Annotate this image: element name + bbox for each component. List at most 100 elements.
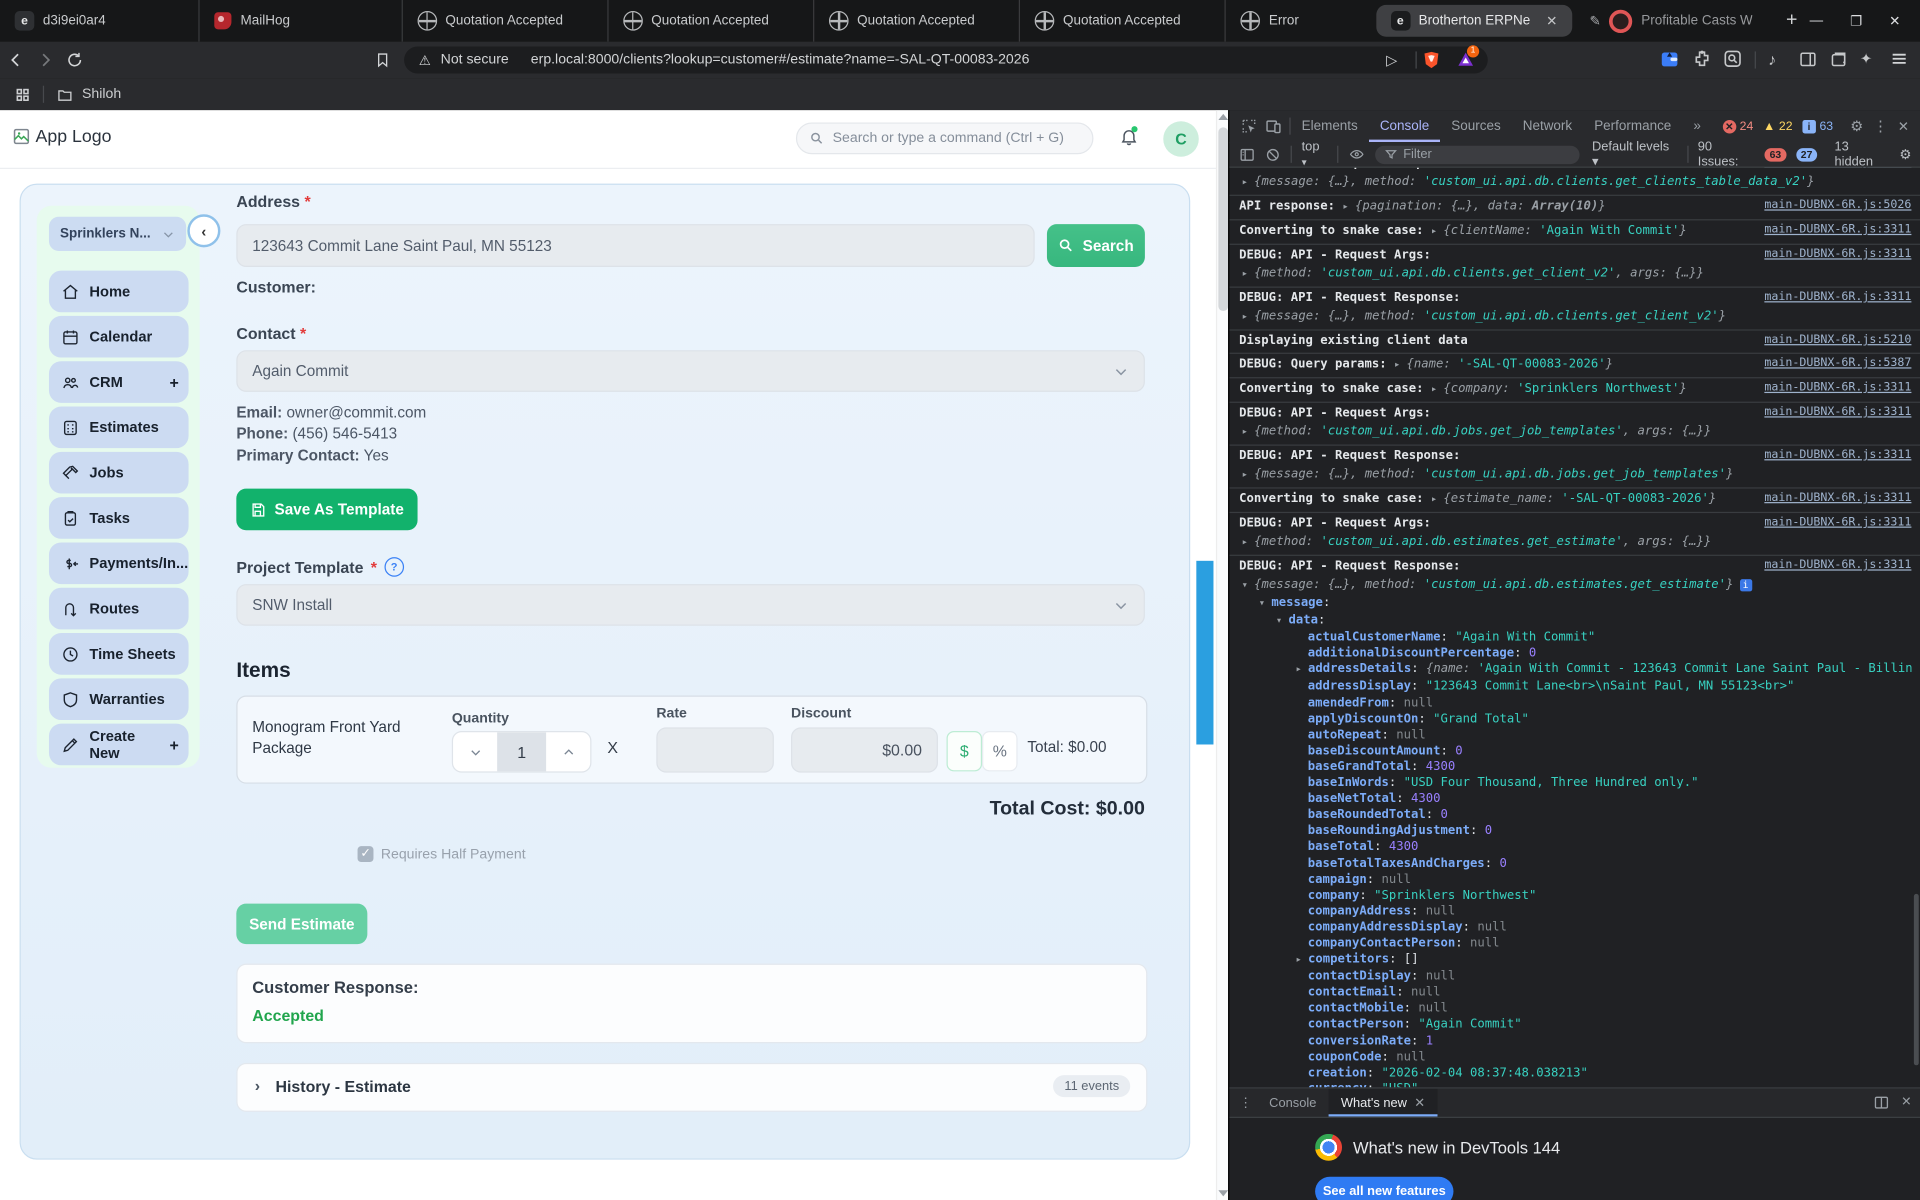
- source-link[interactable]: main-DUBNX-6R.js:3311: [1764, 516, 1911, 529]
- sidebar-collapse-button[interactable]: ‹: [187, 214, 221, 248]
- create-new-add-button[interactable]: +: [169, 735, 178, 753]
- source-link[interactable]: main-DUBNX-6R.js:3311: [1764, 491, 1911, 504]
- quantity-decrease-button[interactable]: [453, 732, 497, 771]
- browser-tab[interactable]: Quotation Accepted: [403, 0, 609, 42]
- console-row[interactable]: Displaying existing client data main-DUBN…: [1229, 331, 1920, 354]
- source-link[interactable]: main-DUBNX-6R.js:3311: [1764, 381, 1911, 394]
- source-link[interactable]: main-DUBNX-6R.js:3311: [1764, 448, 1911, 461]
- console-row[interactable]: API response: ▸ {pagination: {…}, data: …: [1229, 196, 1920, 221]
- sidebar-item-crm[interactable]: CRM +: [48, 361, 189, 403]
- bookmark-icon[interactable]: [375, 51, 391, 68]
- console-row[interactable]: DEBUG: API - Request Response: ▾ {message…: [1229, 556, 1920, 1087]
- not-secure-warning-icon[interactable]: ⚠: [419, 52, 431, 68]
- devtools-kebab-menu-icon[interactable]: ⋮: [1873, 118, 1888, 135]
- drawer-tab-whats-new[interactable]: What's new ✕: [1328, 1088, 1438, 1117]
- inspect-element-icon[interactable]: [1240, 118, 1257, 135]
- console-sidebar-icon[interactable]: [1239, 146, 1255, 162]
- minimize-button[interactable]: —: [1810, 13, 1823, 28]
- browser-tab-active[interactable]: e Brotherton ERPNe ✕: [1375, 4, 1573, 37]
- send-estimate-button[interactable]: Send Estimate: [236, 903, 368, 945]
- drawer-tab-console[interactable]: Console: [1257, 1089, 1329, 1117]
- maximize-button[interactable]: ❐: [1850, 13, 1862, 29]
- save-as-template-button[interactable]: Save As Template: [236, 488, 418, 531]
- browser-tab[interactable]: Quotation Accepted: [1020, 0, 1227, 42]
- console-row[interactable]: Converting to snake case: ▸ {company: 'S…: [1229, 378, 1920, 403]
- sidebar-item-time-sheets[interactable]: Time Sheets: [48, 633, 189, 675]
- sparkle-ai-icon[interactable]: ✦: [1860, 50, 1872, 67]
- source-link[interactable]: main-DUBNX-6R.js:5387: [1764, 356, 1911, 369]
- console-row[interactable]: DEBUG: API - Request Response:▸ {message…: [1229, 168, 1920, 196]
- devtools-tab-network[interactable]: Network: [1512, 110, 1583, 142]
- source-link[interactable]: main-DUBNX-6R.js:5026: [1764, 198, 1911, 211]
- hidden-messages-label[interactable]: 13 hidden: [1834, 140, 1889, 169]
- console-row[interactable]: DEBUG: API - Request Response:▸ {message…: [1229, 446, 1920, 489]
- more-tabs-icon[interactable]: »: [1682, 110, 1712, 142]
- devtools-settings-gear-icon[interactable]: ⚙: [1850, 118, 1863, 135]
- console-row[interactable]: DEBUG: Query params: ▸ {name: '-SAL-QT-0…: [1229, 354, 1920, 379]
- sidebar-item-jobs[interactable]: Jobs: [48, 451, 189, 494]
- console-row[interactable]: DEBUG: API - Request Args: ▸ {method: 'cu…: [1229, 403, 1920, 446]
- browser-tab[interactable]: ✎ Profitable Casts W: [1575, 0, 1774, 42]
- browser-tab[interactable]: MailHog: [200, 0, 403, 42]
- source-link[interactable]: main-DUBNX-6R.js:5210: [1764, 333, 1911, 346]
- history-section[interactable]: › History - Estimate 11 events: [236, 1062, 1148, 1112]
- sidebar-item-routes[interactable]: Routes: [48, 587, 189, 630]
- discount-dollar-button[interactable]: $: [946, 731, 983, 772]
- browser-tab[interactable]: e d3i9ei0ar4: [0, 0, 201, 42]
- issues-label[interactable]: 90 Issues:: [1698, 140, 1755, 169]
- bookmark-folder-label[interactable]: Shiloh: [82, 87, 121, 102]
- scroll-down-arrow[interactable]: [1218, 1190, 1229, 1197]
- tab-group-icon[interactable]: [1829, 50, 1847, 68]
- sidebar-open-icon[interactable]: ▷: [1386, 51, 1397, 68]
- half-payment-checkbox[interactable]: ✓: [357, 846, 374, 863]
- brave-shield-icon[interactable]: [1422, 49, 1442, 71]
- warning-icon[interactable]: ▲: [1763, 119, 1775, 132]
- console-settings-gear-icon[interactable]: ⚙: [1899, 146, 1911, 163]
- clear-console-icon[interactable]: [1265, 146, 1281, 162]
- source-link[interactable]: main-DUBNX-6R.js:3311: [1764, 405, 1911, 418]
- sidebar-item-calendar[interactable]: Calendar: [48, 315, 189, 358]
- sidebar-item-tasks[interactable]: Tasks: [48, 497, 189, 539]
- source-link[interactable]: main-DUBNX-6R.js:3311: [1764, 290, 1911, 303]
- avatar[interactable]: C: [1163, 121, 1199, 157]
- brave-rewards-icon[interactable]: 1: [1456, 45, 1480, 70]
- source-link[interactable]: main-DUBNX-6R.js:3311: [1764, 223, 1911, 236]
- music-note-icon[interactable]: ♪: [1768, 50, 1776, 68]
- console-row[interactable]: DEBUG: API - Request Args: ▸ {method: 'cu…: [1229, 513, 1920, 556]
- address-bar[interactable]: ⚠ Not secure erp.local:8000/clients?look…: [404, 46, 1488, 74]
- help-icon[interactable]: ?: [384, 557, 404, 577]
- device-toolbar-icon[interactable]: [1265, 118, 1282, 135]
- quantity-increase-button[interactable]: [546, 732, 590, 771]
- url-text[interactable]: erp.local:8000/clients?lookup=customer#/…: [531, 53, 1030, 68]
- browser-tab[interactable]: Quotation Accepted: [814, 0, 1021, 42]
- console-row[interactable]: Converting to snake case: ▸ {clientName:…: [1229, 220, 1920, 245]
- command-search-input[interactable]: Search or type a command (Ctrl + G): [795, 122, 1094, 155]
- sidebar-item-home[interactable]: Home: [48, 270, 189, 313]
- back-icon[interactable]: [7, 51, 36, 68]
- menu-hamburger-icon[interactable]: [1889, 48, 1909, 70]
- devtools-close-icon[interactable]: ✕: [1898, 118, 1909, 134]
- extensions-puzzle-icon[interactable]: [1692, 49, 1712, 69]
- apps-grid-icon[interactable]: [15, 86, 31, 102]
- contact-select[interactable]: Again Commit: [236, 350, 1145, 392]
- devtools-tab-performance[interactable]: Performance: [1583, 110, 1682, 142]
- wallet-icon[interactable]: [1659, 49, 1680, 70]
- new-tab-button[interactable]: +: [1786, 10, 1797, 32]
- rate-input[interactable]: [656, 727, 774, 773]
- browser-tab[interactable]: Error: [1226, 0, 1373, 42]
- app-logo-text[interactable]: App Logo: [36, 127, 112, 147]
- address-input[interactable]: 123643 Commit Lane Saint Paul, MN 55123: [236, 224, 1035, 267]
- console-row[interactable]: DEBUG: API - Request Response:▸ {message…: [1229, 288, 1920, 331]
- error-icon[interactable]: ✕: [1722, 119, 1737, 133]
- drawer-kebab-icon[interactable]: ⋮: [1239, 1095, 1252, 1110]
- console-scrollbar-thumb[interactable]: [1913, 893, 1919, 1066]
- close-tab-icon[interactable]: ✕: [1546, 13, 1557, 29]
- company-select[interactable]: Sprinklers N...: [48, 216, 187, 252]
- source-link[interactable]: main-DUBNX-6R.js:3311: [1764, 247, 1911, 260]
- devtools-tab-sources[interactable]: Sources: [1440, 110, 1511, 142]
- quantity-value[interactable]: 1: [497, 732, 547, 772]
- reload-icon[interactable]: [66, 51, 95, 68]
- console-row[interactable]: Converting to snake case: ▸ {estimate_na…: [1229, 489, 1920, 514]
- crm-add-button[interactable]: +: [169, 373, 178, 391]
- eye-icon[interactable]: [1348, 147, 1365, 162]
